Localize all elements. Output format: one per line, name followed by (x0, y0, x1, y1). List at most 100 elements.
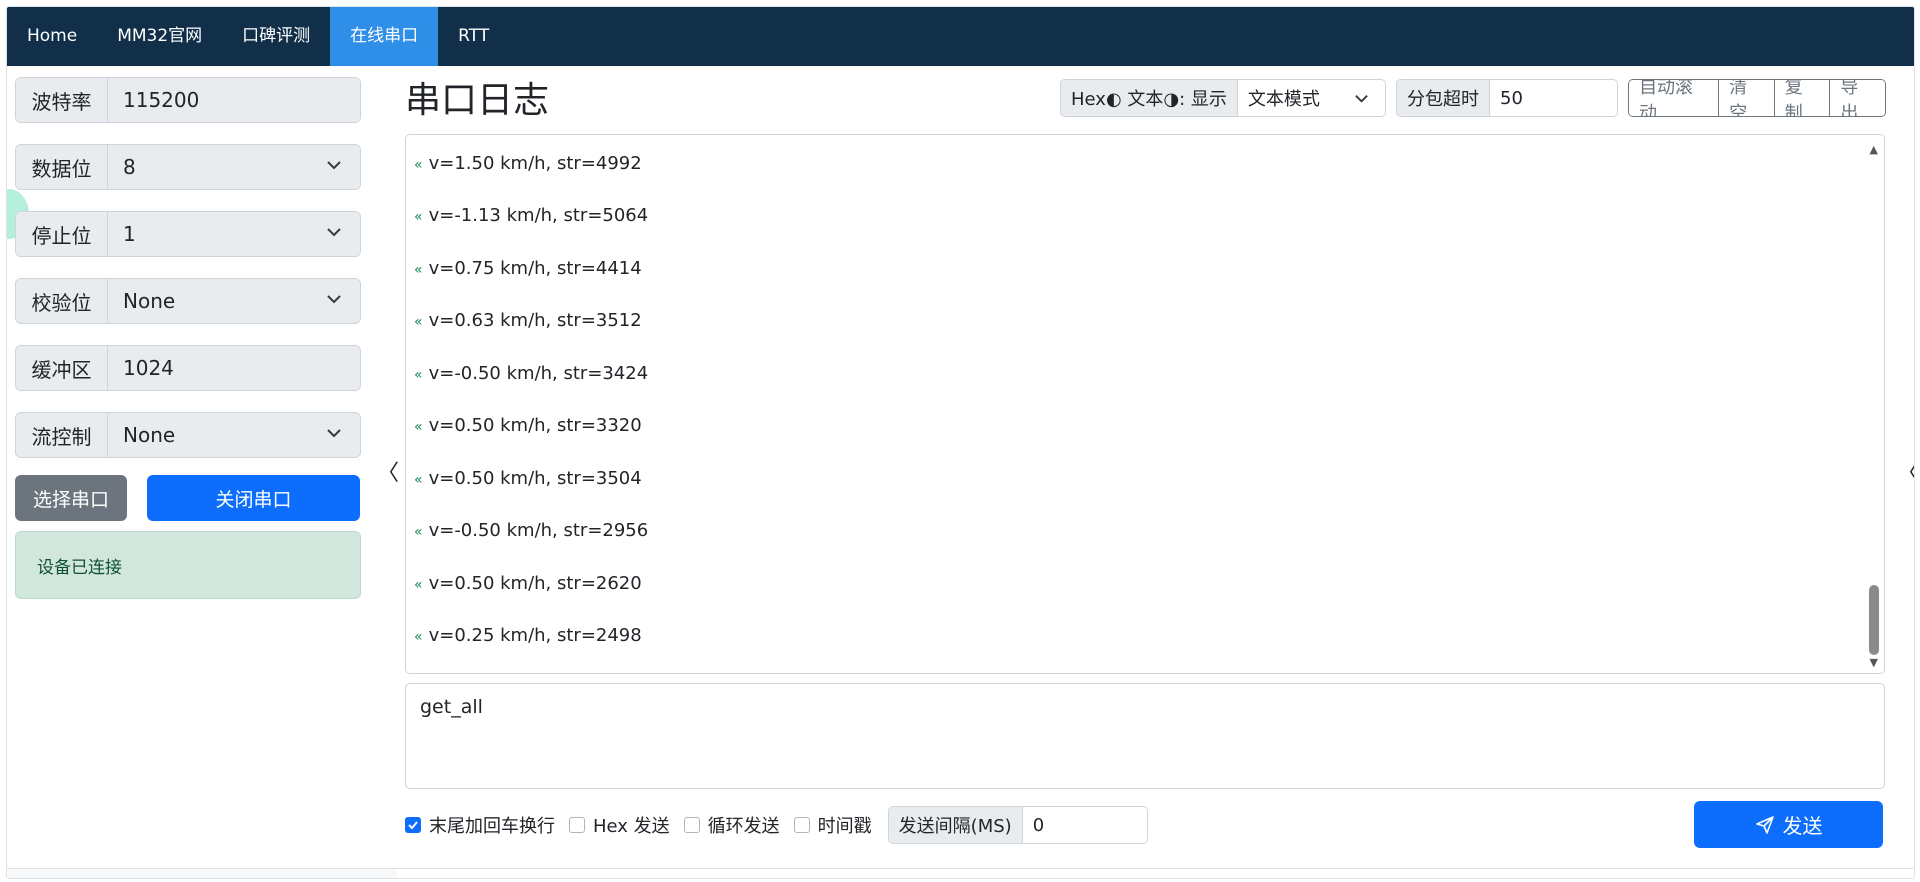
receive-arrow-icon: « (414, 209, 423, 225)
parity-value: None (123, 289, 176, 313)
crlf-label: 末尾加回车换行 (429, 816, 555, 837)
flow-control-group: 流控制 None (15, 412, 361, 458)
log-line: «v=0.63 km/h, str=3512 (414, 310, 642, 331)
baud-rate-input[interactable]: 115200 (108, 78, 360, 122)
app-frame: Home MM32官网 口碑评测 在线串口 RTT 波特率 115200 数据位… (6, 6, 1915, 879)
footer-strip (7, 869, 397, 878)
parity-group: 校验位 None (15, 278, 361, 324)
log-line: «v=0.50 km/h, str=3320 (414, 415, 642, 436)
crlf-checkbox[interactable] (405, 817, 421, 833)
navbar: Home MM32官网 口碑评测 在线串口 RTT (7, 7, 1914, 66)
timestamp-label: 时间戳 (817, 816, 872, 837)
send-interval-group: 发送间隔(MS) 0 (887, 806, 1148, 844)
baud-rate-value: 115200 (123, 88, 200, 112)
log-line: «v=1.50 km/h, str=4992 (414, 153, 642, 174)
paper-plane-icon (1755, 815, 1774, 834)
export-button[interactable]: 导出 (1830, 80, 1885, 116)
collapse-left-icon[interactable]: 〈 (377, 455, 399, 487)
log-line: «v=0.50 km/h, str=2620 (414, 573, 642, 594)
display-mode-value: 文本模式 (1247, 89, 1320, 110)
flow-control-label: 流控制 (16, 413, 108, 457)
receive-arrow-icon: « (414, 314, 423, 330)
loop-send-label: 循环发送 (707, 816, 780, 837)
data-bits-label: 数据位 (16, 145, 108, 189)
log-line: «v=0.25 km/h, str=2498 (414, 625, 642, 646)
parity-label: 校验位 (16, 279, 108, 323)
receive-arrow-icon: « (414, 524, 423, 540)
nav-online-serial[interactable]: 在线串口 (330, 7, 439, 66)
send-button-label: 发送 (1782, 814, 1823, 838)
receive-arrow-icon: « (414, 157, 423, 173)
buffer-input[interactable]: 1024 (108, 346, 360, 390)
receive-arrow-icon: « (414, 262, 423, 278)
buffer-group: 缓冲区 1024 (15, 345, 361, 391)
packet-timeout-value: 50 (1500, 87, 1523, 109)
nav-mm32-official[interactable]: MM32官网 (97, 7, 222, 66)
baud-rate-group: 波特率 115200 (15, 77, 361, 123)
nav-reviews[interactable]: 口碑评测 (222, 7, 330, 66)
log-actions-group: 自动滚动 清空 复制 导出 (1628, 79, 1886, 117)
data-bits-group: 数据位 8 (15, 144, 361, 190)
data-bits-value: 8 (123, 155, 136, 179)
send-interval-label: 发送间隔(MS) (888, 807, 1023, 843)
select-port-button[interactable]: 选择串口 (15, 475, 127, 521)
send-textarea[interactable]: get_all (405, 683, 1885, 789)
send-text: get_all (420, 696, 483, 718)
receive-arrow-icon: « (414, 629, 423, 645)
stop-bits-group: 停止位 1 (15, 211, 361, 257)
nav-rtt[interactable]: RTT (438, 7, 509, 66)
send-button[interactable]: 发送 (1694, 801, 1883, 848)
receive-arrow-icon: « (414, 577, 423, 593)
scroll-down-icon[interactable]: ▼ (1870, 656, 1878, 669)
scrollbar-thumb[interactable] (1869, 585, 1879, 655)
chevron-down-icon (327, 295, 341, 304)
collapse-right-icon[interactable]: 〈 (1897, 455, 1914, 487)
log-line: «v=0.50 km/h, str=3504 (414, 468, 642, 489)
timestamp-checkbox[interactable] (793, 817, 810, 833)
serial-settings-panel: 波特率 115200 数据位 8 停止位 1 校验位 None 缓冲区 1024… (15, 77, 361, 599)
check-icon (408, 821, 418, 830)
loop-send-checkbox[interactable] (683, 817, 700, 833)
send-options: 末尾加回车换行 Hex 发送 循环发送 时间戳 发送间隔(MS) 0 (405, 805, 1148, 845)
data-bits-select[interactable]: 8 (108, 145, 360, 189)
log-line: «v=-1.13 km/h, str=5064 (414, 205, 649, 226)
display-mode-select[interactable]: 文本模式 (1237, 80, 1385, 116)
nav-home[interactable]: Home (7, 7, 97, 66)
close-port-button[interactable]: 关闭串口 (147, 475, 360, 521)
receive-arrow-icon: « (414, 419, 423, 435)
flow-control-select[interactable]: None (108, 413, 360, 457)
hex-send-checkbox[interactable] (569, 817, 585, 833)
stop-bits-select[interactable]: 1 (108, 212, 360, 256)
serial-log[interactable]: «v=1.50 km/h, str=4992 «v=-1.13 km/h, st… (405, 134, 1885, 674)
display-mode-group: Hex◐ 文本◑: 显示 文本模式 (1060, 79, 1386, 117)
flow-control-value: None (123, 423, 176, 447)
log-line: «v=-0.50 km/h, str=3424 (414, 363, 649, 384)
copy-button[interactable]: 复制 (1774, 80, 1831, 116)
clear-button[interactable]: 清空 (1719, 80, 1775, 116)
hex-send-label: Hex 发送 (593, 816, 670, 837)
connection-status-alert: 设备已连接 (15, 531, 361, 599)
packet-timeout-input[interactable]: 50 (1490, 80, 1617, 116)
stop-bits-value: 1 (123, 222, 136, 246)
connection-status-text: 设备已连接 (37, 557, 122, 578)
packet-timeout-label: 分包超时 (1397, 80, 1490, 116)
buffer-value: 1024 (123, 356, 174, 380)
receive-arrow-icon: « (414, 472, 423, 488)
log-scrollbar[interactable]: ▲ ▼ (1868, 135, 1882, 673)
receive-arrow-icon: « (414, 367, 423, 383)
buffer-label: 缓冲区 (16, 346, 108, 390)
parity-select[interactable]: None (108, 279, 360, 323)
auto-scroll-button[interactable]: 自动滚动 (1629, 80, 1720, 116)
packet-timeout-group: 分包超时 50 (1396, 79, 1618, 117)
chevron-down-icon (1355, 95, 1368, 103)
send-interval-value: 0 (1032, 814, 1045, 836)
display-mode-label: Hex◐ 文本◑: 显示 (1061, 80, 1238, 116)
baud-rate-label: 波特率 (16, 78, 108, 122)
chevron-down-icon (327, 228, 341, 237)
log-line: «v=-0.50 km/h, str=2956 (414, 520, 649, 541)
send-interval-input[interactable]: 0 (1022, 807, 1147, 843)
stop-bits-label: 停止位 (16, 212, 108, 256)
divider (7, 868, 1914, 869)
scroll-up-icon[interactable]: ▲ (1870, 143, 1878, 156)
port-buttons: 选择串口 关闭串口 (15, 475, 361, 521)
